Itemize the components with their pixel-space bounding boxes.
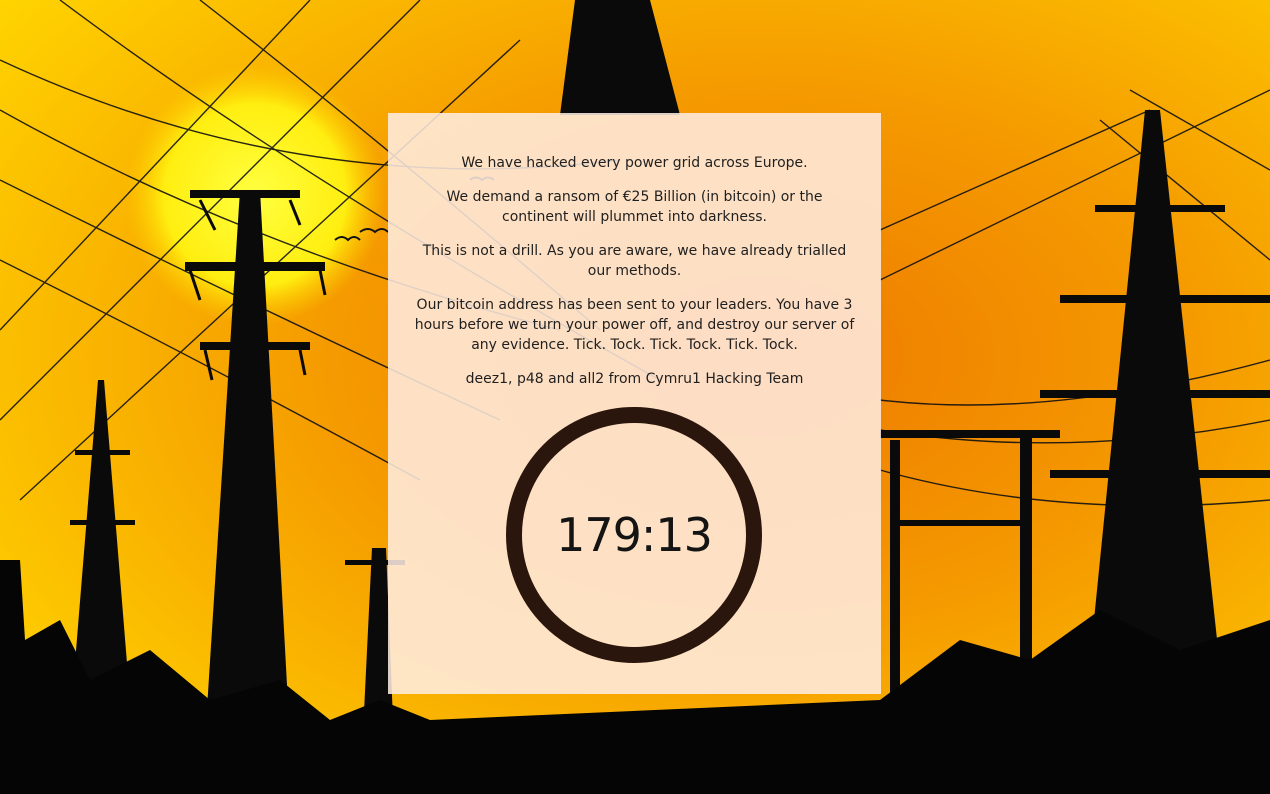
timer-value: 179:13	[556, 508, 713, 562]
ransom-note-panel: We have hacked every power grid across E…	[388, 113, 881, 694]
countdown-timer: 179:13	[506, 407, 762, 663]
message-line-2: We demand a ransom of €25 Billion (in bi…	[446, 189, 823, 225]
message-line-1: We have hacked every power grid across E…	[461, 155, 808, 171]
message-line-3: This is not a drill. As you are aware, w…	[422, 243, 847, 279]
signature: deez1, p48 and all2 from Cymru1 Hacking …	[465, 371, 804, 387]
message-line-4: Our bitcoin address has been sent to you…	[414, 297, 855, 353]
